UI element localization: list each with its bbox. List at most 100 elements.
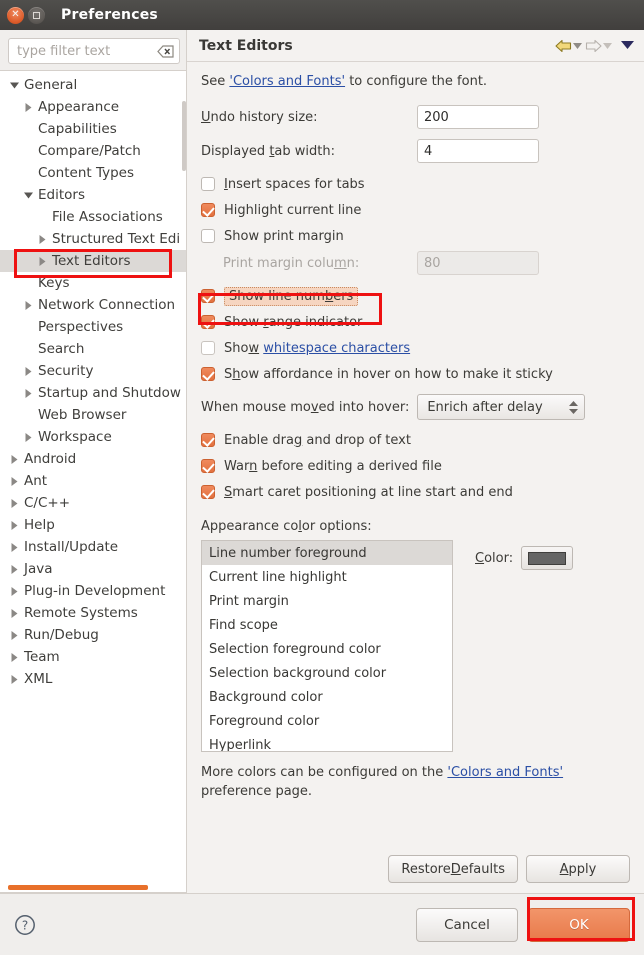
ok-button[interactable]: OK	[528, 908, 630, 942]
sidebar-item-keys[interactable]: Keys	[0, 272, 186, 294]
insert-spaces-row[interactable]: Insert spaces for tabs	[201, 171, 630, 197]
sidebar-item-workspace[interactable]: Workspace	[0, 426, 186, 448]
hover-behavior-select[interactable]: Enrich after delay	[417, 394, 585, 420]
chevron-right-icon[interactable]	[6, 653, 22, 662]
clear-filter-icon[interactable]	[157, 45, 174, 58]
tree-horizontal-scroll-thumb[interactable]	[8, 885, 148, 890]
enable-drag-drop-row[interactable]: Enable drag and drop of text	[201, 427, 630, 453]
sidebar-item-install-update[interactable]: Install/Update	[0, 536, 186, 558]
sidebar-item-run-debug[interactable]: Run/Debug	[0, 624, 186, 646]
list-item[interactable]: Hyperlink	[202, 733, 452, 752]
sidebar-item-capabilities[interactable]: Capabilities	[0, 118, 186, 140]
search-input[interactable]: type filter text	[8, 38, 180, 64]
sidebar-item-xml[interactable]: XML	[0, 668, 186, 690]
chevron-right-icon[interactable]	[6, 587, 22, 596]
sidebar-item-startup-and-shutdow[interactable]: Startup and Shutdow	[0, 382, 186, 404]
sidebar-item-structured-text-edi[interactable]: Structured Text Edi	[0, 228, 186, 250]
color-swatch-button[interactable]	[521, 546, 573, 570]
chevron-right-icon[interactable]	[34, 235, 50, 244]
sidebar-item-remote-systems[interactable]: Remote Systems	[0, 602, 186, 624]
list-item[interactable]: Background color	[202, 685, 452, 709]
chevron-right-icon[interactable]	[20, 103, 36, 112]
view-menu-icon[interactable]	[621, 38, 634, 53]
show-line-numbers-checkbox[interactable]	[201, 289, 215, 303]
chevron-right-icon[interactable]	[6, 609, 22, 618]
sidebar-item-web-browser[interactable]: Web Browser	[0, 404, 186, 426]
smart-caret-checkbox[interactable]	[201, 485, 215, 499]
chevron-down-icon[interactable]	[20, 192, 36, 199]
warn-derived-file-row[interactable]: Warn before editing a derived file	[201, 453, 630, 479]
list-item[interactable]: Line number foreground	[202, 541, 452, 565]
chevron-right-icon[interactable]	[34, 257, 50, 266]
chevron-right-icon[interactable]	[6, 499, 22, 508]
list-item[interactable]: Foreground color	[202, 709, 452, 733]
whitespace-characters-link[interactable]: whitespace characters	[263, 341, 410, 356]
chevron-right-icon[interactable]	[20, 367, 36, 376]
show-print-margin-row[interactable]: Show print margin	[201, 223, 630, 249]
chevron-right-icon[interactable]	[6, 477, 22, 486]
chevron-right-icon[interactable]	[6, 543, 22, 552]
list-item[interactable]: Current line highlight	[202, 565, 452, 589]
smart-caret-row[interactable]: Smart caret positioning at line start an…	[201, 479, 630, 505]
sidebar-item-appearance[interactable]: Appearance	[0, 96, 186, 118]
show-line-numbers-row[interactable]: Show line numbers	[201, 283, 630, 309]
chevron-right-icon[interactable]	[6, 675, 22, 684]
back-dropdown-icon[interactable]	[573, 43, 582, 49]
chevron-right-icon[interactable]	[6, 565, 22, 574]
sidebar-item-ant[interactable]: Ant	[0, 470, 186, 492]
sidebar-item-c-c[interactable]: C/C++	[0, 492, 186, 514]
apply-button[interactable]: Apply	[526, 855, 630, 883]
sidebar-item-editors[interactable]: Editors	[0, 184, 186, 206]
list-item[interactable]: Find scope	[202, 613, 452, 637]
chevron-right-icon[interactable]	[20, 389, 36, 398]
enable-drag-drop-checkbox[interactable]	[201, 433, 215, 447]
list-item[interactable]: Selection background color	[202, 661, 452, 685]
chevron-right-icon[interactable]	[6, 631, 22, 640]
chevron-right-icon[interactable]	[6, 455, 22, 464]
show-print-margin-checkbox[interactable]	[201, 229, 215, 243]
back-arrow-icon[interactable]	[555, 39, 582, 53]
sidebar-item-plug-in-development[interactable]: Plug-in Development	[0, 580, 186, 602]
sidebar-item-compare-patch[interactable]: Compare/Patch	[0, 140, 186, 162]
show-range-indicator-checkbox[interactable]	[201, 315, 215, 329]
show-whitespace-checkbox[interactable]	[201, 341, 215, 355]
list-item[interactable]: Print margin	[202, 589, 452, 613]
tab-width-input[interactable]: 4	[417, 139, 539, 163]
sidebar-item-network-connection[interactable]: Network Connection	[0, 294, 186, 316]
sidebar-item-general[interactable]: General	[0, 74, 186, 96]
sidebar-item-java[interactable]: Java	[0, 558, 186, 580]
colors-and-fonts-link-bottom[interactable]: 'Colors and Fonts'	[447, 765, 563, 780]
maximize-icon[interactable]	[28, 7, 45, 24]
chevron-down-icon[interactable]	[6, 82, 22, 89]
insert-spaces-checkbox[interactable]	[201, 177, 215, 191]
warn-derived-file-checkbox[interactable]	[201, 459, 215, 473]
tree-horizontal-scrollbar[interactable]	[0, 883, 186, 892]
chevron-right-icon[interactable]	[6, 521, 22, 530]
sidebar-item-text-editors[interactable]: Text Editors	[0, 250, 186, 272]
show-range-indicator-row[interactable]: Show range indicator	[201, 309, 630, 335]
restore-defaults-button[interactable]: Restore Defaults	[388, 855, 518, 883]
sidebar-item-team[interactable]: Team	[0, 646, 186, 668]
sidebar-item-file-associations[interactable]: File Associations	[0, 206, 186, 228]
sidebar-item-perspectives[interactable]: Perspectives	[0, 316, 186, 338]
sidebar-item-search[interactable]: Search	[0, 338, 186, 360]
help-icon[interactable]: ?	[14, 914, 36, 936]
colors-and-fonts-link-top[interactable]: 'Colors and Fonts'	[229, 74, 345, 89]
color-options-list[interactable]: Line number foregroundCurrent line highl…	[201, 540, 453, 752]
show-affordance-row[interactable]: Show affordance in hover on how to make …	[201, 361, 630, 387]
chevron-right-icon[interactable]	[20, 433, 36, 442]
show-affordance-checkbox[interactable]	[201, 367, 215, 381]
chevron-right-icon[interactable]	[20, 301, 36, 310]
preferences-tree[interactable]: GeneralAppearanceCapabilitiesCompare/Pat…	[0, 70, 186, 893]
highlight-current-line-checkbox[interactable]	[201, 203, 215, 217]
undo-history-input[interactable]: 200	[417, 105, 539, 129]
list-item[interactable]: Selection foreground color	[202, 637, 452, 661]
sidebar-item-content-types[interactable]: Content Types	[0, 162, 186, 184]
close-icon[interactable]: ✕	[7, 7, 24, 24]
sidebar-item-help[interactable]: Help	[0, 514, 186, 536]
spinner-updown-icon[interactable]	[569, 401, 578, 414]
sidebar-item-security[interactable]: Security	[0, 360, 186, 382]
cancel-button[interactable]: Cancel	[416, 908, 518, 942]
sidebar-item-android[interactable]: Android	[0, 448, 186, 470]
highlight-current-line-row[interactable]: Highlight current line	[201, 197, 630, 223]
